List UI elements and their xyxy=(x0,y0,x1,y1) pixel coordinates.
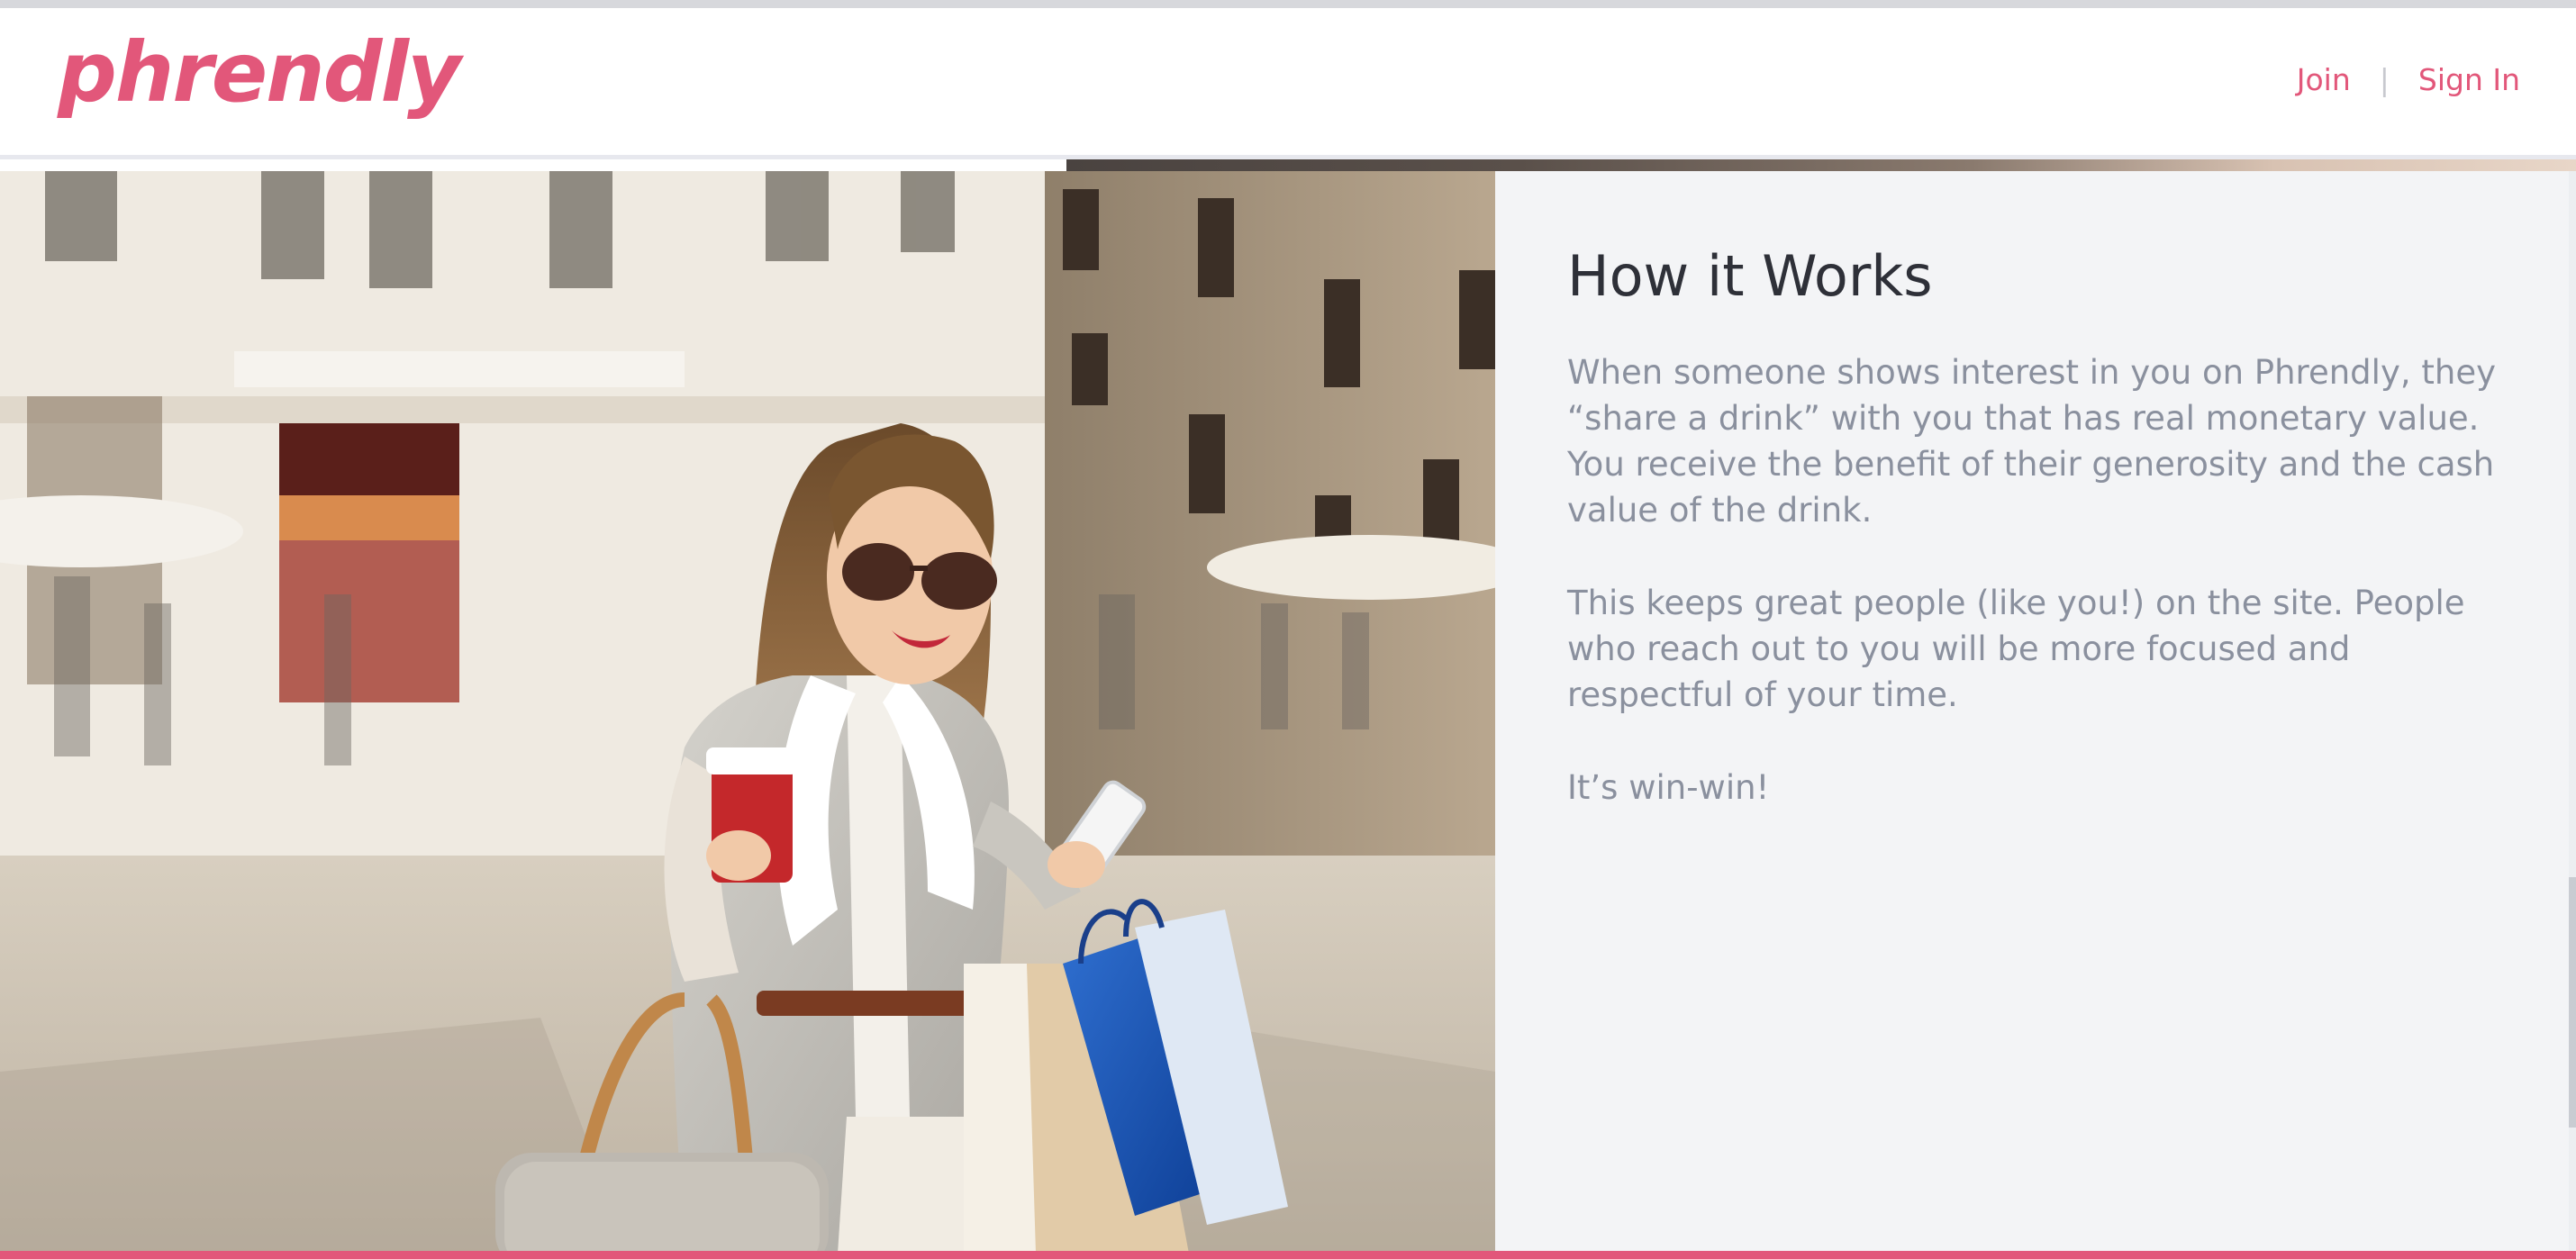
phrendly-logo[interactable]: phrendly xyxy=(58,32,461,114)
how-it-works-panel: How it Works When someone shows interest… xyxy=(1495,171,2569,1254)
how-it-works-body: When someone shows interest in you on Ph… xyxy=(1567,349,2513,857)
bottom-accent-bar xyxy=(0,1251,2576,1259)
nav-separator: | xyxy=(2379,62,2390,97)
top-border xyxy=(0,0,2576,8)
how-it-works-title: How it Works xyxy=(1567,243,1933,309)
site-header: phrendly Join | Sign In xyxy=(0,8,2576,159)
paragraph-great-people: This keeps great people (like you!) on t… xyxy=(1567,584,2465,714)
hero-photo xyxy=(0,171,1495,1254)
paragraph-win-win: It’s win-win! xyxy=(1567,768,1770,807)
scrollbar-thumb[interactable] xyxy=(2569,877,2576,1128)
header-nav: Join | Sign In xyxy=(2297,62,2520,97)
photo-woman-shopping-illustration xyxy=(0,171,1495,1254)
join-link[interactable]: Join xyxy=(2297,62,2351,97)
page-scrollbar[interactable] xyxy=(2569,171,2576,1254)
background-image-strip xyxy=(1066,159,2576,172)
paragraph-share-drink: When someone shows interest in you on Ph… xyxy=(1567,353,2496,530)
sign-in-link[interactable]: Sign In xyxy=(2418,62,2520,97)
